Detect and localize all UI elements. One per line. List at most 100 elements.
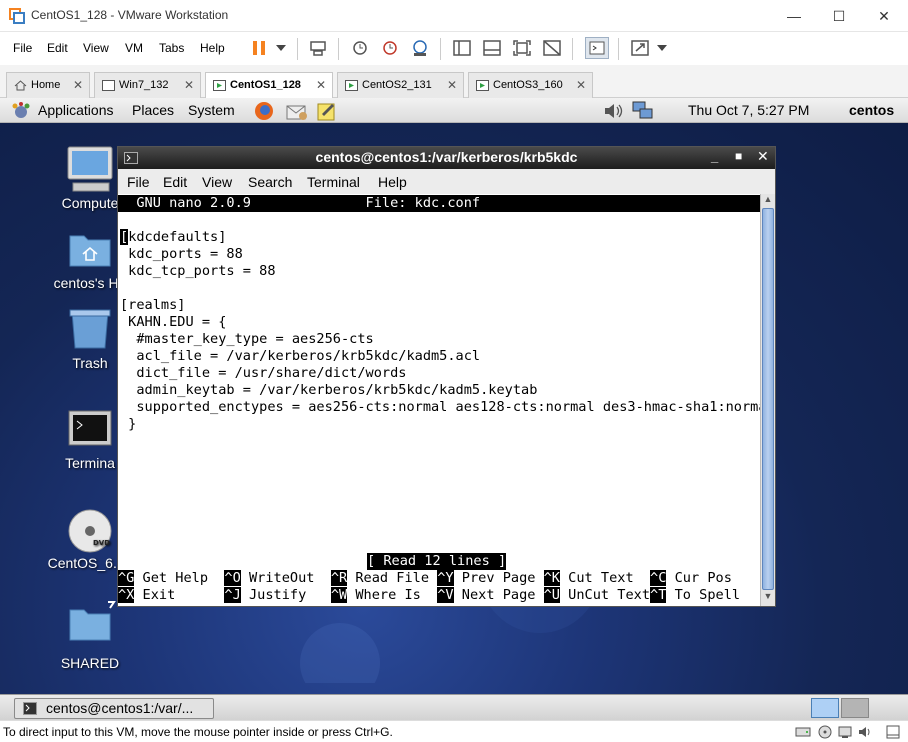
network-icon[interactable] <box>631 100 655 122</box>
pause-icon[interactable] <box>249 39 269 57</box>
nano-file-line: [realms] <box>120 297 186 313</box>
note-editor-icon[interactable] <box>316 100 338 122</box>
nano-status-message: [ Read 12 lines ] <box>367 553 507 570</box>
snapshot-icon[interactable] <box>350 39 370 57</box>
tab-centos1[interactable]: CentOS1_128 ✕ <box>205 72 333 98</box>
nano-file-line: } <box>120 416 137 432</box>
shortcut-key: ^U <box>543 587 560 603</box>
close-icon[interactable]: ✕ <box>316 78 326 92</box>
terminal-minimize-button[interactable]: _ <box>711 149 718 164</box>
nano-file-line: KAHN.EDU = { <box>120 314 227 330</box>
scroll-down-icon[interactable]: ▼ <box>762 591 774 605</box>
nano-file-line: admin_keytab = /var/kerberos/krb5kdc/kad… <box>120 382 538 398</box>
term-menu-edit[interactable]: Edit <box>163 174 187 190</box>
close-icon[interactable]: ✕ <box>73 78 83 92</box>
snapshot-manager-icon[interactable] <box>410 39 430 57</box>
shortcut-key: ^R <box>330 570 348 586</box>
scroll-up-icon[interactable]: ▲ <box>762 194 774 208</box>
shortcut-key: ^X <box>118 587 135 603</box>
status-message: To direct input to this VM, move the mou… <box>3 725 393 739</box>
vm-running-icon <box>345 80 358 91</box>
menu-help[interactable]: Help <box>200 41 225 55</box>
user-menu[interactable]: centos <box>849 102 894 118</box>
term-menu-search[interactable]: Search <box>248 174 292 190</box>
terminal-title: centos@centos1:/var/kerberos/krb5kdc <box>315 149 578 165</box>
scroll-thumb[interactable] <box>762 208 774 590</box>
vmware-status-bar: To direct input to this VM, move the mou… <box>0 720 908 742</box>
taskbar-terminal-item[interactable]: centos@centos1:/var/... <box>14 698 214 719</box>
terminal-maximize-button[interactable]: ■ <box>735 149 742 163</box>
menu-file[interactable]: File <box>13 41 32 55</box>
sound-card-icon[interactable] <box>857 725 873 739</box>
close-icon[interactable]: ✕ <box>184 78 194 92</box>
toolbar-separator <box>440 38 441 60</box>
tab-centos2[interactable]: CentOS2_131 ✕ <box>337 72 464 98</box>
close-icon[interactable]: ✕ <box>576 78 586 92</box>
vm-tab-strip: Home ✕ Win7_132 ✕ CentOS1_128 ✕ CentOS2_131… <box>0 65 908 98</box>
console-view-icon[interactable] <box>585 37 609 59</box>
term-menu-terminal[interactable]: Terminal <box>307 174 360 190</box>
nano-header: GNU nano 2.0.9 File: kdc.conf <box>118 195 760 212</box>
terminal-content[interactable]: GNU nano 2.0.9 File: kdc.conf [kdcdefaul… <box>118 194 760 606</box>
menu-applications[interactable]: Applications <box>38 102 114 118</box>
menu-places[interactable]: Places <box>132 102 174 118</box>
trash-icon <box>69 309 111 349</box>
menu-system[interactable]: System <box>188 102 235 118</box>
terminal-title-bar[interactable]: centos@centos1:/var/kerberos/krb5kdc _ ■… <box>118 147 775 169</box>
nano-file-line: supported_enctypes = aes256-cts:normal a… <box>120 399 760 415</box>
workspace-2[interactable] <box>841 698 869 718</box>
home-icon <box>14 80 27 91</box>
thumbnail-bar-icon[interactable] <box>482 39 502 57</box>
terminal-icon <box>68 410 112 446</box>
terminal-scrollbar[interactable]: ▲ ▼ <box>760 194 775 606</box>
pause-dropdown-icon[interactable] <box>271 39 291 57</box>
mail-icon[interactable] <box>285 100 309 122</box>
stretch-icon[interactable] <box>630 39 650 57</box>
nano-file-line: [kdcdefaults] <box>120 229 227 245</box>
menu-tabs[interactable]: Tabs <box>159 41 184 55</box>
vm-icon <box>102 80 115 91</box>
dvd-icon: DVD <box>68 509 112 553</box>
stretch-dropdown-icon[interactable] <box>652 39 672 57</box>
text-cursor: [ <box>120 229 129 245</box>
menu-view[interactable]: View <box>83 41 109 55</box>
shortcut-label: Where Is <box>347 587 438 603</box>
minimize-button[interactable]: — <box>779 6 809 26</box>
menu-edit[interactable]: Edit <box>47 41 68 55</box>
message-log-icon[interactable] <box>885 724 901 740</box>
revert-snapshot-icon[interactable] <box>380 39 400 57</box>
close-icon[interactable]: ✕ <box>447 78 457 92</box>
gnome-foot-icon <box>12 102 30 118</box>
workspace-1[interactable] <box>811 698 839 718</box>
shortcut-key: ^J <box>224 587 241 603</box>
cd-drive-icon[interactable] <box>817 725 833 739</box>
term-menu-help[interactable]: Help <box>378 174 407 190</box>
term-menu-view[interactable]: View <box>202 174 232 190</box>
network-adapter-icon[interactable] <box>837 725 853 739</box>
tab-centos3[interactable]: CentOS3_160 ✕ <box>468 72 593 98</box>
unity-icon[interactable] <box>542 39 562 57</box>
send-keys-icon[interactable] <box>308 39 328 57</box>
maximize-button[interactable]: ☐ <box>824 6 854 26</box>
term-menu-file[interactable]: File <box>127 174 150 190</box>
shortcut-label: Next Page <box>453 587 544 603</box>
close-button[interactable]: ✕ <box>869 6 899 26</box>
vmware-menubar: File Edit View VM Tabs Help <box>0 32 908 65</box>
tab-home[interactable]: Home ✕ <box>6 72 90 98</box>
terminal-close-button[interactable]: ✕ <box>757 148 769 165</box>
shortcut-label: WriteOut <box>240 570 331 586</box>
nano-shortcuts-row-2: ^X Exit ^J Justify ^W Where Is ^V Next P… <box>118 587 740 604</box>
hard-disk-icon[interactable] <box>795 725 811 739</box>
firefox-icon[interactable] <box>253 100 275 122</box>
toolbar-separator <box>338 38 339 60</box>
nano-file-line: kdc_tcp_ports = 88 <box>120 263 276 279</box>
toolbar-separator <box>572 38 573 60</box>
clock[interactable]: Thu Oct 7, 5:27 PM <box>688 102 809 118</box>
tab-win7[interactable]: Win7_132 ✕ <box>94 72 201 98</box>
sidebar-icon[interactable] <box>452 39 472 57</box>
menu-vm[interactable]: VM <box>125 41 143 55</box>
volume-icon[interactable] <box>603 101 625 121</box>
fullscreen-icon[interactable] <box>512 39 532 57</box>
shortcut-key: ^Y <box>437 570 454 586</box>
svg-text:DVD: DVD <box>93 539 110 547</box>
